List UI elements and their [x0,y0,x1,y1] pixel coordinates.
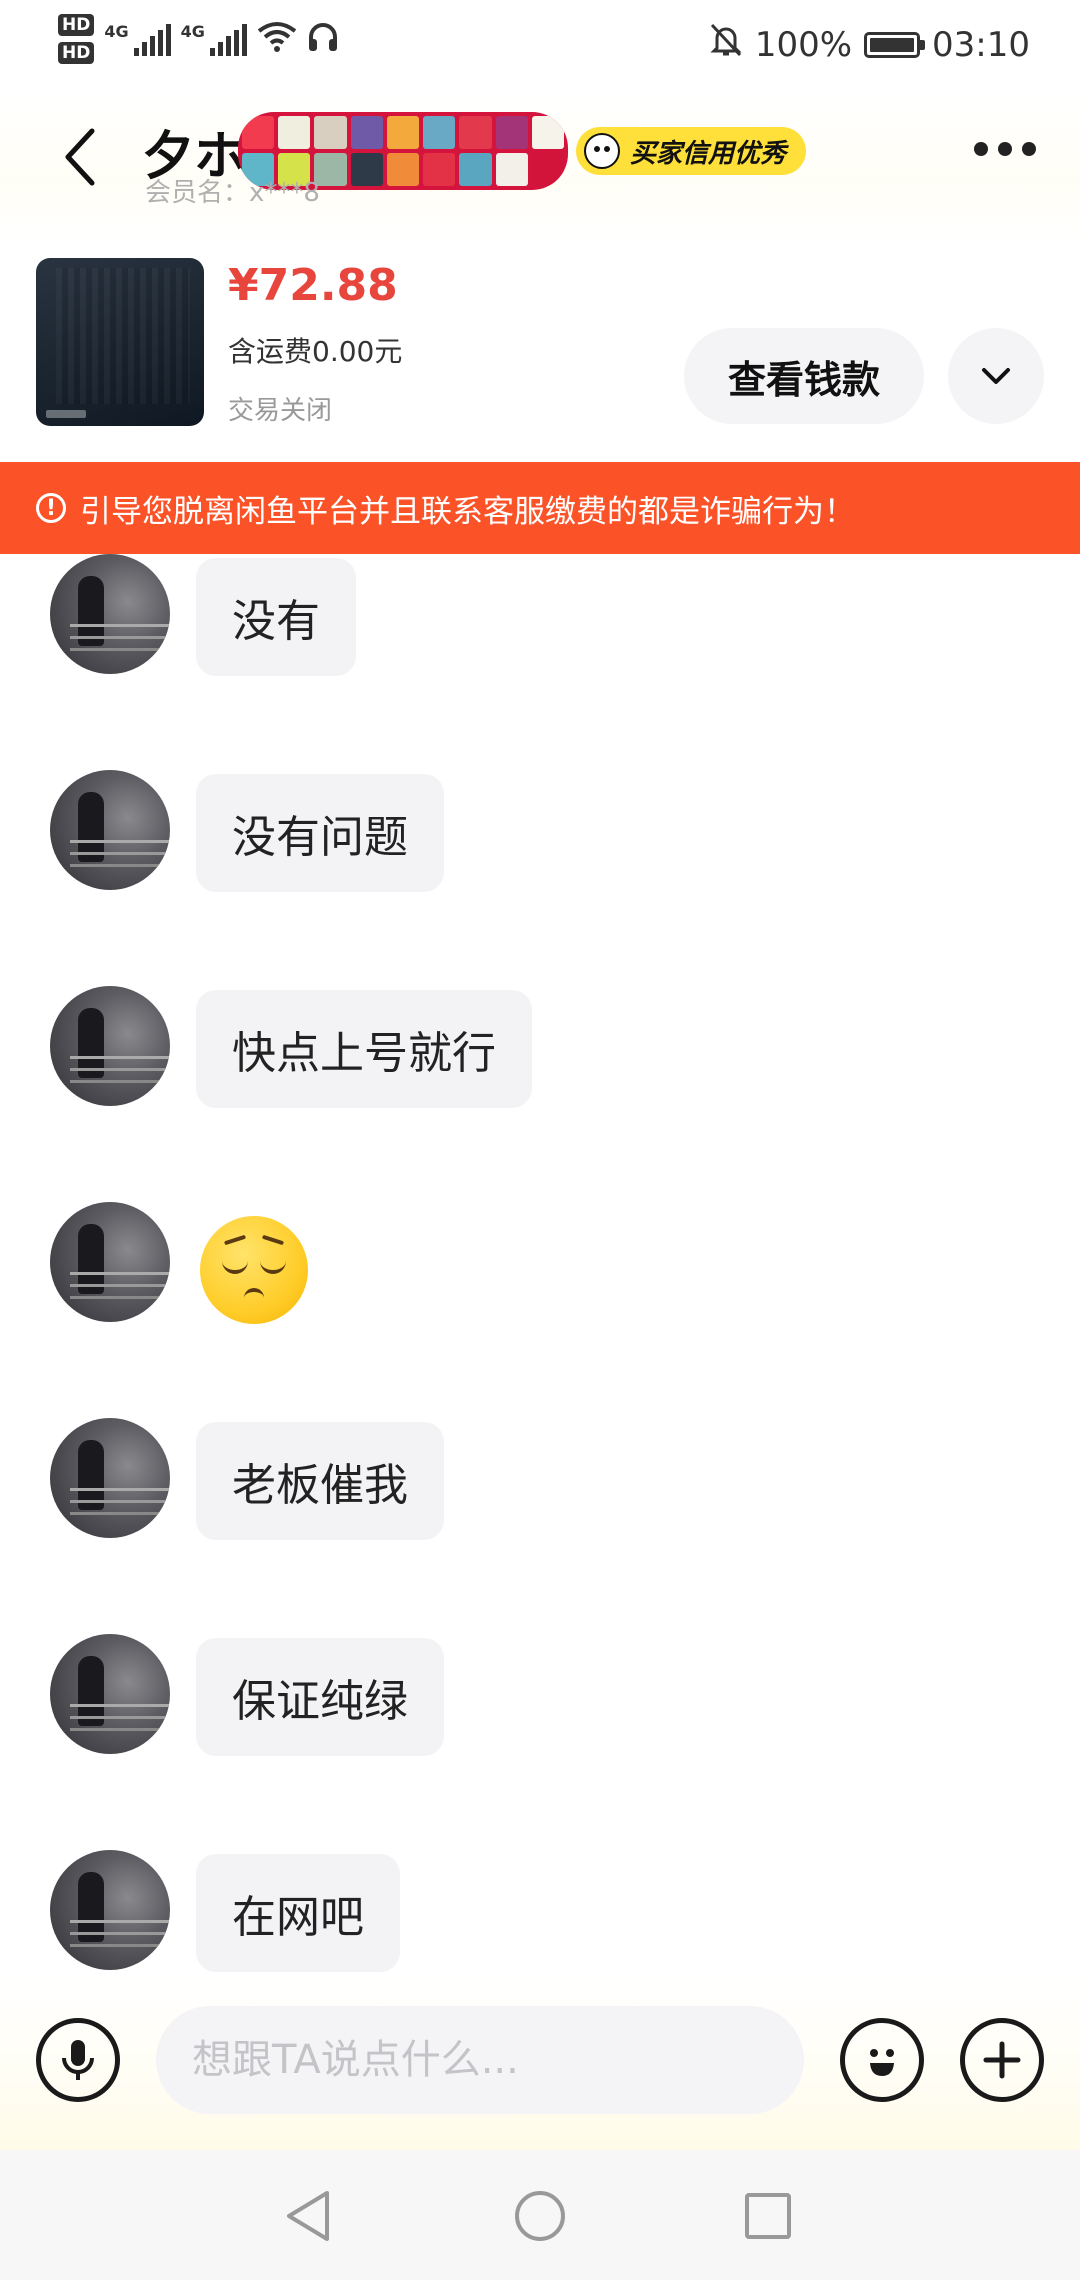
nav-home-button[interactable] [508,2184,572,2248]
add-attachment-button[interactable] [960,2018,1044,2102]
square-recents-icon [745,2193,791,2239]
status-bar-right: 100% 03:10 [709,22,1030,67]
battery-icon [864,31,926,58]
message-bubble[interactable]: 老板催我 [196,1422,444,1540]
circle-home-icon [515,2191,565,2241]
plus-icon [983,2041,1021,2079]
message-input[interactable] [156,2006,804,2114]
contact-avatar[interactable] [50,1850,170,1970]
back-arrow-icon [65,128,95,186]
mute-bell-icon [709,22,743,67]
hd-sim1-badge: HD [58,14,95,36]
battery-percent: 100% [754,24,853,65]
member-name: 会员名：x***8 [145,178,320,208]
triangle-back-icon [287,2191,329,2241]
credit-badge-label: 买家信用优秀 [630,138,787,169]
mascot-face-icon [584,133,621,169]
warning-text: 引导您脱离闲鱼平台并且联系客服缴费的都是诈骗行为！ [80,493,855,530]
wifi-icon [257,21,297,57]
product-thumbnail[interactable] [36,258,204,426]
status-bar-left: HD HD 4G 4G [58,14,339,64]
contact-avatar[interactable] [50,986,170,1106]
headphones-icon [307,21,339,57]
system-navigation-bar [0,2150,1080,2280]
nav-recents-button[interactable] [736,2184,800,2248]
message-row: 快点上号就行 [0,986,1080,1116]
network-type-2: 4G [180,22,205,41]
contact-avatar[interactable] [50,554,170,674]
nav-back-button[interactable] [276,2184,340,2248]
trade-status: 交易关闭 [228,396,333,426]
product-card[interactable]: ¥72.88 含运费0.00元 交易关闭 查看钱款 [0,242,1080,462]
contact-avatar[interactable] [50,770,170,890]
message-row: 保证纯绿 [0,1634,1080,1764]
message-bubble[interactable]: 没有问题 [196,774,444,892]
message-row: 没有 [0,554,1080,684]
product-price: ¥72.88 [228,260,398,311]
clock: 03:10 [932,24,1030,65]
back-button[interactable] [50,122,110,192]
message-bubble[interactable]: 快点上号就行 [196,990,532,1108]
pensive-face-icon[interactable] [200,1216,308,1324]
microphone-icon [62,2040,94,2080]
signal-2-icon: 4G [181,22,247,56]
signal-1-icon: 4G [104,22,171,56]
more-dot-icon [1022,142,1036,156]
message-bubble[interactable]: 保证纯绿 [196,1638,444,1756]
more-dot-icon [974,142,988,156]
network-type-1: 4G [104,22,129,41]
exclamation-icon: ! [36,493,66,523]
voice-button[interactable] [36,2018,120,2102]
message-row: 老板催我 [0,1418,1080,1548]
contact-avatar[interactable] [50,1202,170,1322]
view-payment-button[interactable]: 查看钱款 [684,328,924,424]
more-options-button[interactable] [974,142,1036,156]
credit-badge[interactable]: 买家信用优秀 [576,127,807,175]
contact-avatar[interactable] [50,1418,170,1538]
message-row [0,1202,1080,1332]
chat-header: 夕ホ 买家信用优秀 会员名：x***8 [0,92,1080,242]
shipping-fee: 含运费0.00元 [228,335,403,368]
emoji-button[interactable] [840,2018,924,2102]
message-row: 没有问题 [0,770,1080,900]
status-bar: HD HD 4G 4G 100% 03:10 [0,0,1080,92]
expand-button[interactable] [948,328,1044,424]
message-row: 在网吧 [0,1850,1080,1974]
smiley-icon [870,2049,894,2076]
chat-message-list[interactable]: 没有 没有问题 快点上号就行 老板催我 保证纯绿 在网吧 [0,554,1080,1974]
chevron-down-icon [982,368,1010,384]
more-dot-icon [998,142,1012,156]
message-input-bar [0,1974,1080,2150]
message-bubble[interactable]: 在网吧 [196,1854,400,1972]
sim-indicators: HD HD [58,14,95,64]
hd-sim2-badge: HD [58,42,95,64]
fraud-warning-banner: ! 引导您脱离闲鱼平台并且联系客服缴费的都是诈骗行为！ [0,462,1080,554]
message-bubble[interactable]: 没有 [196,558,356,676]
contact-avatar[interactable] [50,1634,170,1754]
